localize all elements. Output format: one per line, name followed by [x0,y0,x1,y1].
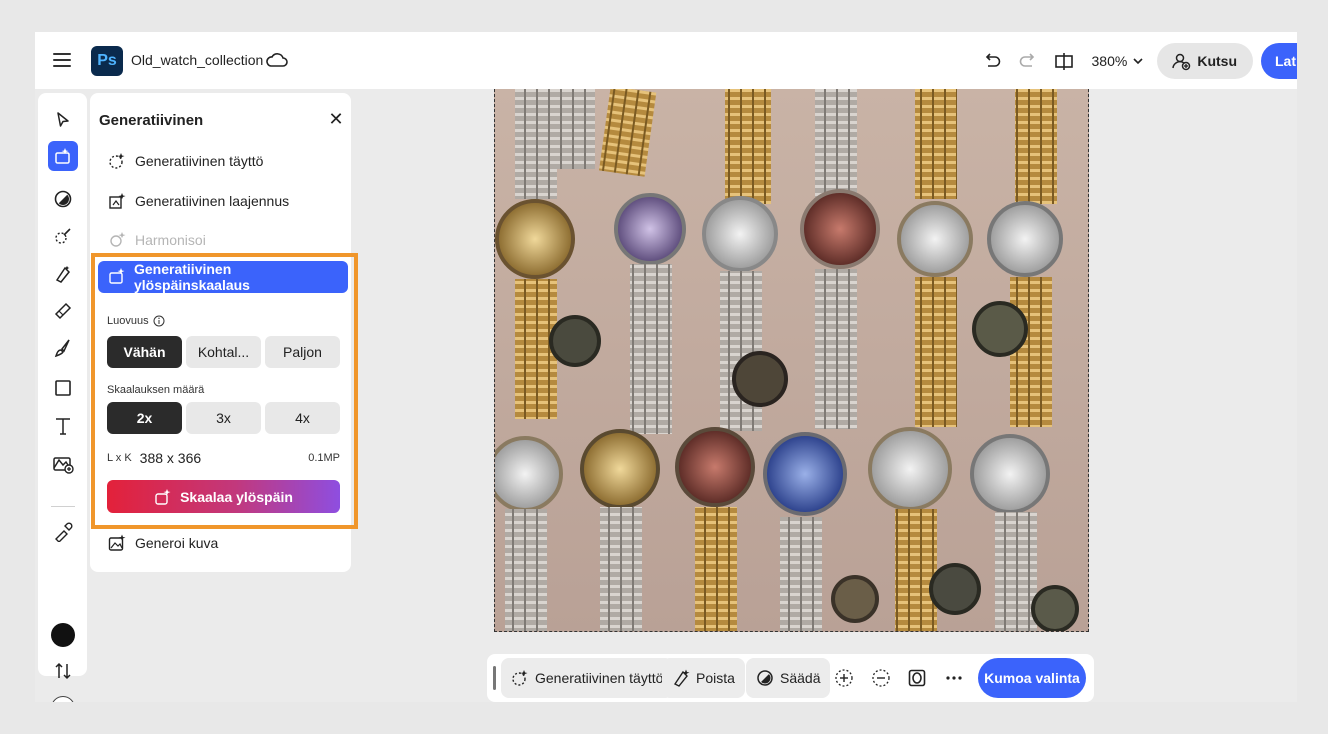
drag-handle[interactable] [493,666,496,690]
taskbar-generative-fill-label: Generatiivinen täyttö [535,670,664,686]
menu-item-generative-expand[interactable]: Generatiivinen laajennus [107,189,289,213]
quick-select-icon[interactable] [48,222,78,252]
taskbar-remove-label: Poista [696,670,735,686]
chevron-down-icon [1133,58,1143,65]
menu-item-label: Generatiivinen laajennus [135,193,290,209]
panel-title: Generatiivinen [99,112,204,129]
shape-tool-icon[interactable] [48,373,78,403]
taskbar-adjust-button[interactable]: Säädä [746,658,831,698]
top-bar: Ps Old_watch_collection 380% Kutsu Lat [35,32,1297,89]
menu-icon[interactable] [53,51,71,69]
highlight-outline [91,253,358,529]
menu-item-label: Generoi kuva [135,535,219,551]
add-image-icon[interactable] [48,449,78,479]
watch-collection-photo [495,89,1088,631]
canvas-image[interactable] [494,89,1089,632]
adjust-icon [757,670,773,686]
invite-button[interactable]: Kutsu [1157,43,1253,79]
background-color-swatch[interactable] [51,696,75,702]
deselect-button[interactable]: Kumoa valinta [978,658,1086,698]
invite-user-icon [1172,53,1191,71]
foreground-color-swatch[interactable] [51,623,75,647]
harmonize-icon [107,230,127,250]
taskbar-generative-fill-button[interactable]: Generatiivinen täyttö [501,658,674,698]
select-tool-icon[interactable] [48,105,78,135]
cloud-icon[interactable] [266,51,288,69]
spot-healing-icon[interactable] [48,296,78,326]
app-logo[interactable]: Ps [91,46,123,76]
adjust-tool-icon[interactable] [48,184,78,214]
more-options-icon[interactable] [942,666,966,690]
add-to-selection-icon[interactable] [832,666,856,690]
generative-fill-icon [512,670,528,686]
undo-icon[interactable] [980,49,1004,73]
taskbar-remove-button[interactable]: Poista [662,658,745,698]
remove-icon [673,669,690,687]
primary-action-button[interactable]: Lat [1261,43,1297,79]
eyedropper-icon[interactable] [48,517,78,547]
toolbar-divider [51,506,75,507]
generative-expand-icon [107,191,127,211]
invite-label: Kutsu [1197,53,1237,69]
left-toolbar [38,93,87,702]
menu-item-generative-fill[interactable]: Generatiivinen täyttö [107,149,263,173]
zoom-level: 380% [1091,53,1128,69]
app-frame: Ps Old_watch_collection 380% Kutsu Lat G… [35,32,1297,702]
menu-item-generate-image[interactable]: Generoi kuva [107,531,218,555]
invert-selection-icon[interactable] [905,666,929,690]
subtract-from-selection-icon[interactable] [869,666,893,690]
zoom-dropdown[interactable]: 380% [1092,53,1144,69]
generative-fill-icon [107,151,127,171]
remove-tool-icon[interactable] [48,259,78,289]
redo-icon[interactable] [1016,49,1040,73]
menu-item-label: Generatiivinen täyttö [135,153,264,169]
menu-item-label: Harmonisoi [135,232,206,248]
brush-tool-icon[interactable] [48,333,78,363]
taskbar-adjust-label: Säädä [780,670,821,686]
swap-colors-icon[interactable] [48,656,78,686]
generate-image-icon [107,533,127,553]
generative-tool-icon[interactable] [48,141,78,171]
primary-action-label: Lat [1275,53,1296,69]
menu-item-harmonize: Harmonisoi [107,228,206,252]
close-icon[interactable]: ✕ [326,109,346,129]
top-right-controls: 380% Kutsu Lat [980,43,1297,79]
contextual-taskbar: Generatiivinen täyttö Poista Säädä Kumoa… [487,654,1094,702]
text-tool-icon[interactable] [48,411,78,441]
compare-icon[interactable] [1052,49,1076,73]
document-title[interactable]: Old_watch_collection [131,52,263,68]
